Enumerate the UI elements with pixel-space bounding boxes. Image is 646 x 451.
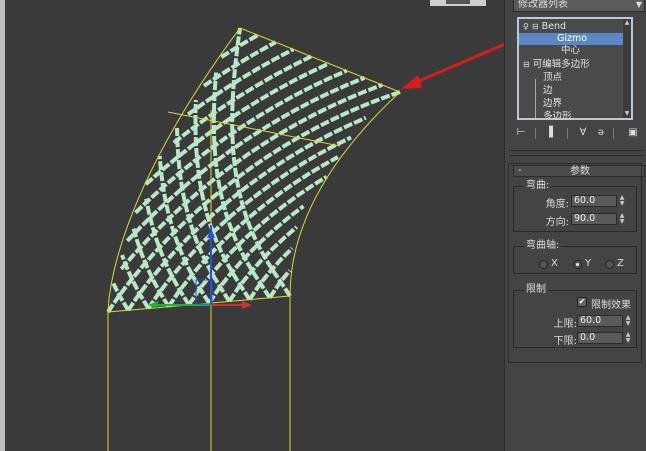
stack-item-label: 多边形 xyxy=(543,111,572,120)
separator xyxy=(613,128,614,139)
viewport[interactable] xyxy=(0,0,504,451)
stack-item-label: Gizmo xyxy=(557,33,588,44)
scroll-down-icon[interactable]: ▼ xyxy=(623,110,631,118)
stack-item-label: 顶点 xyxy=(543,72,563,83)
stack-item-label: Bend xyxy=(541,21,567,32)
tree-line xyxy=(535,79,536,118)
pin-stack-icon[interactable]: ⊢ xyxy=(515,127,527,139)
stack-item-border[interactable]: 边界 xyxy=(519,98,562,110)
stack-item-bend[interactable]: ♀ ⊟ Bend xyxy=(523,21,566,33)
modifier-list-label: 修改器列表 xyxy=(518,0,568,10)
x-axis-arrow-icon xyxy=(242,301,252,309)
red-arrow-icon xyxy=(401,75,422,89)
stack-item-vertex[interactable]: 顶点 xyxy=(519,72,562,84)
collapse-icon[interactable]: ⊟ xyxy=(532,22,539,31)
stack-item-gizmo[interactable]: Gizmo xyxy=(519,33,631,45)
stack-scrollbar[interactable]: ▲ ▼ xyxy=(623,19,631,118)
mesh-strip xyxy=(193,100,252,301)
stack-item-label: 边界 xyxy=(543,98,563,109)
viewport-canvas[interactable] xyxy=(0,0,504,451)
stack-item-editable-poly[interactable]: ⊟ 可编辑多边形 xyxy=(523,59,590,71)
gizmo-right-curve xyxy=(289,91,401,297)
stack-item-label: 可编辑多边形 xyxy=(532,59,590,70)
chevron-down-icon: ▼ xyxy=(635,0,642,9)
divider xyxy=(509,150,643,151)
separator xyxy=(535,128,536,139)
viewcube-fragment[interactable] xyxy=(430,0,486,6)
stack-item-label: 中心 xyxy=(561,45,581,56)
rollout-frame xyxy=(508,163,642,363)
separator xyxy=(567,128,568,139)
modifier-stack[interactable]: ♀ ⊟ Bend Gizmo 中心 ⊟ 可编辑多边形 顶点 边 边界 多边形 ▲… xyxy=(517,17,633,120)
scroll-up-icon[interactable]: ▲ xyxy=(623,19,631,27)
stack-item-polygon[interactable]: 多边形 xyxy=(519,111,572,120)
collapse-icon[interactable]: ⊟ xyxy=(523,60,530,69)
remove-modifier-icon[interactable]: ǝ xyxy=(595,127,607,139)
divider xyxy=(509,155,643,156)
show-end-result-icon[interactable]: ▌ xyxy=(547,127,559,139)
stack-toolbar: ⊢ ▌ ∀ ǝ ▣ xyxy=(513,127,645,141)
modifier-list-dropdown[interactable]: 修改器列表 ▼ xyxy=(513,0,645,12)
make-unique-icon[interactable]: ∀ xyxy=(577,127,589,139)
annotation-arrow xyxy=(401,42,504,89)
stack-item-label: 边 xyxy=(543,85,553,96)
lightbulb-icon[interactable]: ♀ xyxy=(523,22,529,31)
configure-sets-icon[interactable]: ▣ xyxy=(627,127,639,139)
stack-item-center[interactable]: 中心 xyxy=(519,45,580,57)
